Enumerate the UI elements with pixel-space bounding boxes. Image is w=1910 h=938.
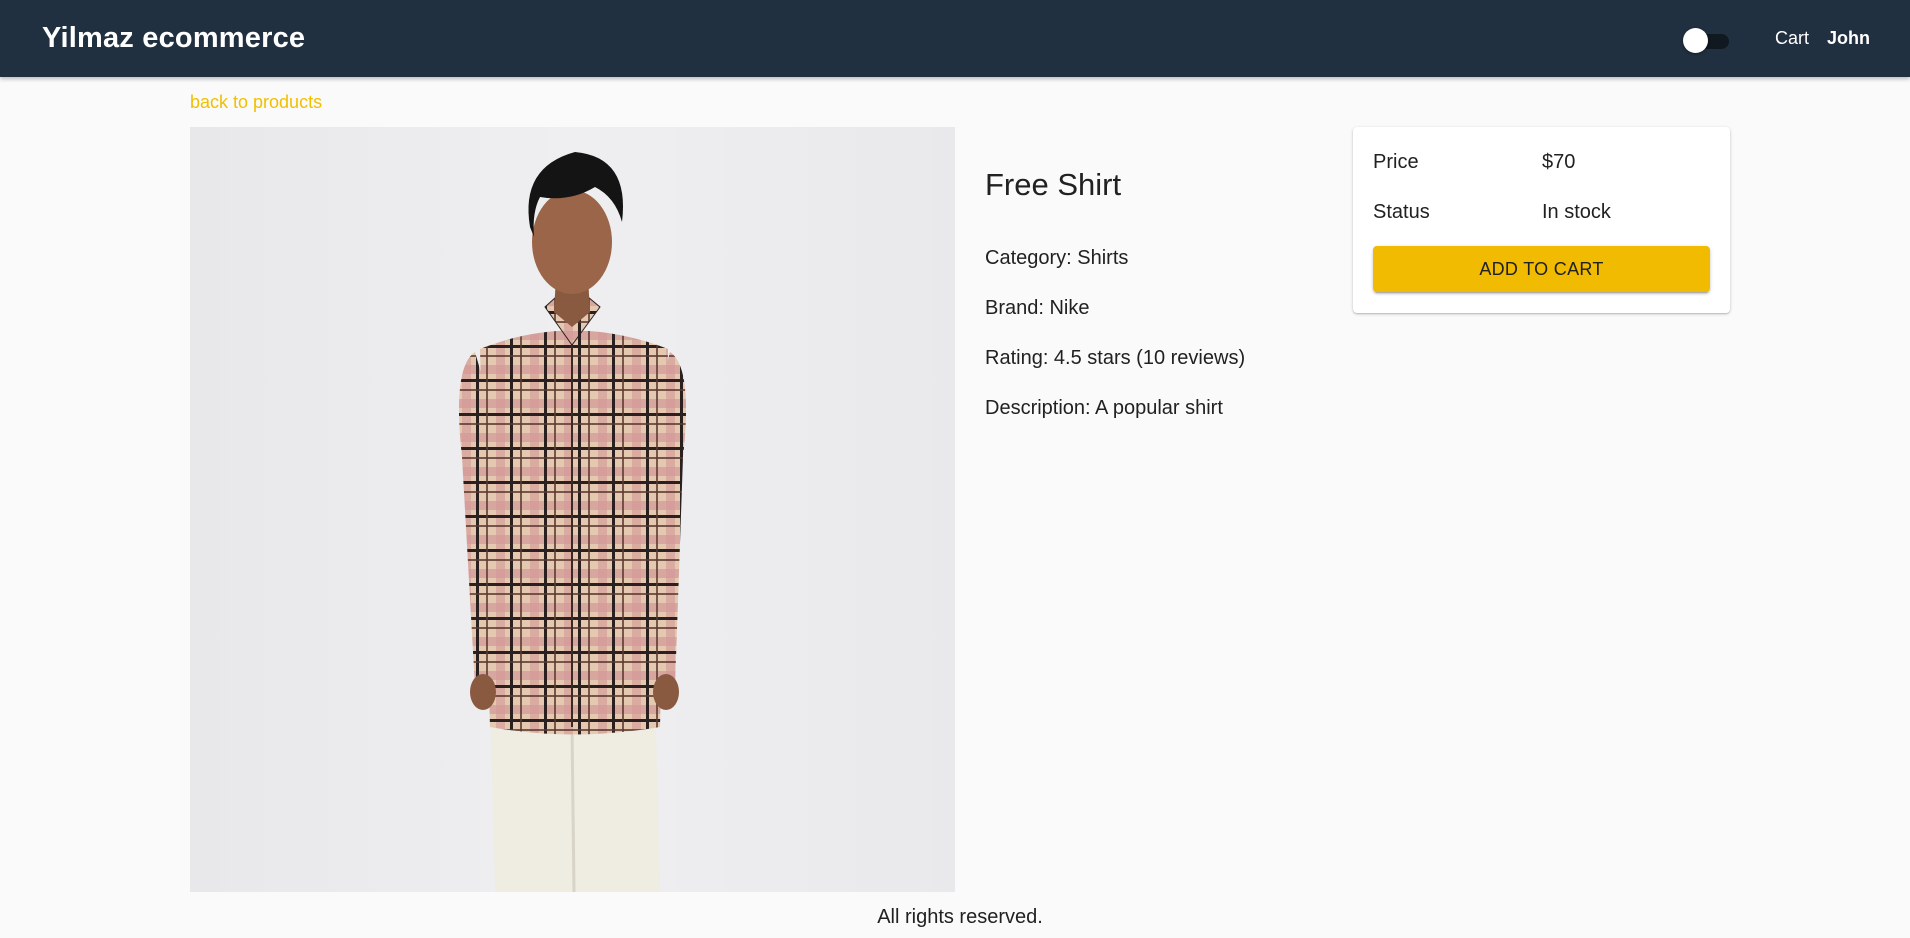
dark-mode-toggle[interactable] [1682,27,1729,53]
back-to-products-link[interactable]: back to products [190,92,322,113]
price-label: Price [1373,151,1419,173]
status-value: In stock [1542,201,1611,223]
footer: All rights reserved. [0,906,1910,929]
product-rating: Rating: 4.5 stars (10 reviews) [985,347,1246,369]
product-category: Category: Shirts [985,247,1129,269]
product-photo-illustration [458,152,687,892]
user-menu-button[interactable]: John [1827,28,1870,49]
toggle-thumb [1682,27,1708,53]
app-bar: Yilmaz ecommerce Cart John [0,0,1910,77]
product-title: Free Shirt [985,167,1122,202]
product-description: Description: A popular shirt [985,397,1223,419]
cart-link[interactable]: Cart [1775,28,1809,49]
add-to-cart-button[interactable]: ADD TO CART [1373,246,1710,292]
nav-right: Cart John [1682,27,1870,53]
status-label: Status [1373,201,1430,223]
product-brand: Brand: Nike [985,297,1090,319]
footer-text: All rights reserved. [877,906,1043,928]
product-image [190,127,955,892]
brand-logo-link[interactable]: Yilmaz ecommerce [42,22,305,55]
price-value: $70 [1542,151,1576,173]
purchase-card: Price $70 Status In stock ADD TO CART [1353,127,1730,313]
product-details: Free Shirt Category: Shirts Brand: Nike … [985,127,1315,419]
